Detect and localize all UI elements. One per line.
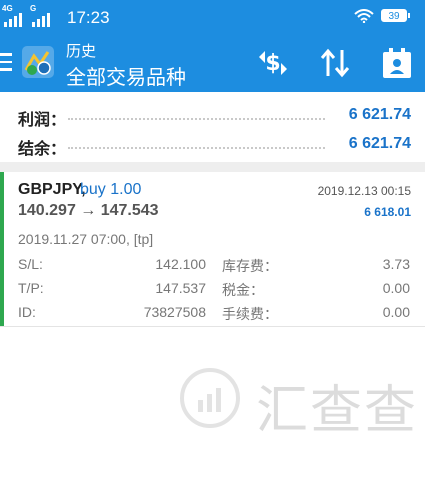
tax-value: 0.00 [382, 280, 410, 296]
tp-label: T/P: [18, 280, 44, 296]
battery-tip [408, 13, 410, 18]
sort-icon[interactable] [318, 46, 352, 80]
status-bar: 4G G 17:23 39 [0, 0, 425, 34]
dollar-exchange-icon[interactable]: $ [256, 46, 290, 80]
balance-label: 结余： [18, 141, 67, 158]
sl-label: S/L: [18, 256, 43, 272]
page-title: 历史 [66, 43, 97, 60]
app-bar: 历史 全部交易品种 $ [0, 34, 425, 92]
commission-value: 0.00 [382, 304, 410, 320]
watermark-text: 汇查查 [256, 382, 419, 440]
order-open-info: 2019.11.27 07:00, [tp] [18, 231, 154, 247]
profit-value: 6 621.74 [348, 106, 411, 123]
order-prices: 140.297 → 147.543 [18, 202, 159, 219]
metatrader-logo[interactable] [20, 44, 56, 80]
swap-value: 3.73 [382, 256, 410, 272]
commission-label: 手续费： [222, 306, 278, 322]
order-profit: 6 618.01 [364, 205, 411, 219]
dotted-leader [68, 147, 325, 149]
order-side: buy 1.00 [80, 181, 142, 198]
svg-text:$: $ [265, 51, 280, 76]
signal-icon [4, 13, 50, 27]
tp-value: 147.537 [155, 280, 206, 296]
network-type-label-2: G [30, 4, 37, 13]
battery-icon: 39 [381, 9, 407, 22]
id-label: ID: [18, 304, 36, 320]
order-symbol: GBPJPY, [18, 181, 86, 198]
tax-label: 税金： [222, 282, 264, 298]
sl-value: 142.100 [155, 256, 206, 272]
order-accent-bar [0, 172, 4, 326]
id-value: 73827508 [143, 304, 206, 320]
list-divider [0, 326, 425, 327]
menu-icon[interactable] [0, 53, 12, 71]
swap-label: 库存费： [222, 258, 278, 274]
dotted-leader [68, 118, 325, 120]
network-type-label: 4G [2, 4, 13, 13]
balance-value: 6 621.74 [348, 135, 411, 152]
watermark-logo-icon [180, 368, 240, 428]
order-close-time: 2019.12.13 00:15 [317, 184, 411, 198]
balance-row: 结余： 6 621.74 [0, 127, 425, 163]
section-divider [0, 162, 425, 172]
calendar-icon[interactable] [380, 46, 414, 80]
clock: 17:23 [67, 8, 110, 27]
order-item[interactable]: GBPJPY, buy 1.00 2019.12.13 00:15 140.29… [0, 172, 425, 326]
wifi-icon [354, 9, 374, 23]
symbol-filter-label[interactable]: 全部交易品种 [66, 61, 186, 90]
